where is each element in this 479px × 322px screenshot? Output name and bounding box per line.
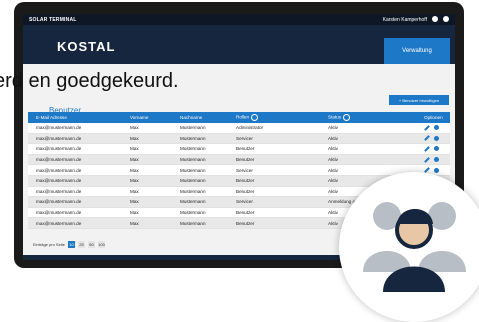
- pencil-icon[interactable]: [424, 156, 430, 163]
- app-title: SOLAR TERMINAL: [29, 16, 77, 23]
- email-cell: max@mustermann.de: [36, 178, 82, 184]
- email-cell: max@mustermann.de: [36, 146, 82, 152]
- pencil-icon[interactable]: [424, 124, 430, 131]
- settings-icon[interactable]: [443, 16, 449, 22]
- firstname-cell: Max: [130, 157, 139, 163]
- options-cell: [424, 146, 450, 152]
- info-icon[interactable]: [343, 114, 351, 121]
- table-row: max@mustermann.de Max Mustermann Benutzer Ak…: [28, 144, 450, 155]
- role-cell: Servicer: [236, 199, 253, 205]
- table-row: max@mustermann.de Max Mustermann Servicer Ak…: [28, 165, 450, 176]
- lastname-cell: Mustermann: [180, 188, 206, 194]
- table-row: max@mustermann.de Max Mustermann Administra…: [28, 123, 450, 134]
- options-cell: [424, 124, 450, 131]
- gear-icon[interactable]: [434, 146, 439, 152]
- user-group-badge: [339, 172, 479, 322]
- firstname-cell: Max: [130, 135, 139, 141]
- lastname-cell: Mustermann: [180, 178, 206, 184]
- lastname-cell: Mustermann: [180, 157, 206, 163]
- lastname-cell: Mustermann: [180, 146, 206, 152]
- page-size-50[interactable]: 50: [88, 241, 96, 248]
- column-header-email[interactable]: E-Mail Adresse: [28, 115, 130, 120]
- status-cell: Aktiv: [328, 157, 338, 163]
- column-header-lastname[interactable]: Nachname: [180, 115, 236, 120]
- email-cell: max@mustermann.de: [36, 167, 82, 173]
- user-group-icon: [363, 202, 466, 292]
- firstname-cell: Max: [130, 188, 139, 194]
- firstname-cell: Max: [130, 146, 139, 152]
- gear-icon[interactable]: [434, 125, 439, 131]
- info-icon[interactable]: [251, 114, 259, 121]
- column-header-options: Optionen: [424, 115, 443, 120]
- logo: KOSTAL: [57, 39, 116, 54]
- pencil-icon[interactable]: [424, 146, 430, 152]
- user-icon[interactable]: [432, 16, 438, 22]
- pencil-icon[interactable]: [424, 135, 430, 142]
- status-cell: Aktiv: [328, 135, 338, 141]
- top-bar: SOLAR TERMINAL Karsten Kamperhoff: [23, 14, 455, 25]
- email-cell: max@mustermann.de: [36, 199, 82, 205]
- overlay-caption: erd en goedgekeurd.: [0, 70, 179, 92]
- role-cell: Benutzer: [236, 188, 255, 194]
- role-cell: Benutzer: [236, 146, 255, 152]
- column-header-roles[interactable]: Rollen: [236, 114, 328, 121]
- page-size-100[interactable]: 100: [98, 241, 106, 248]
- email-cell: max@mustermann.de: [36, 188, 82, 194]
- firstname-cell: Max: [130, 167, 139, 173]
- firstname-cell: Max: [130, 220, 139, 226]
- lastname-cell: Mustermann: [180, 135, 206, 141]
- firstname-cell: Max: [130, 178, 139, 184]
- page-size-25[interactable]: 25: [78, 241, 86, 248]
- lastname-cell: Mustermann: [180, 199, 206, 205]
- status-cell: Aktiv: [328, 125, 338, 131]
- lastname-cell: Mustermann: [180, 167, 206, 173]
- page-size-10[interactable]: 10: [68, 241, 76, 248]
- table-row: max@mustermann.de Max Mustermann Servicer Ak…: [28, 133, 450, 145]
- firstname-cell: Max: [130, 199, 139, 205]
- email-cell: max@mustermann.de: [36, 157, 82, 163]
- role-cell: Servicer: [236, 135, 253, 141]
- email-cell: max@mustermann.de: [36, 210, 82, 216]
- role-cell: Administrator: [236, 125, 264, 131]
- options-cell: [424, 135, 450, 142]
- firstname-cell: Max: [130, 210, 139, 216]
- role-cell: Benutzer: [236, 220, 255, 226]
- options-cell: [424, 167, 450, 174]
- gear-icon[interactable]: [434, 157, 439, 163]
- pagination: Einträge pro Seite 10 25 50 100: [33, 241, 106, 248]
- role-cell: Benutzer: [236, 157, 255, 163]
- table-row: max@mustermann.de Max Mustermann Benutzer Ak…: [28, 154, 450, 166]
- lastname-cell: Mustermann: [180, 210, 206, 216]
- gear-icon[interactable]: [434, 135, 439, 141]
- lastname-cell: Mustermann: [180, 220, 206, 226]
- status-cell: Aktiv: [328, 146, 338, 152]
- email-cell: max@mustermann.de: [36, 125, 82, 131]
- email-cell: max@mustermann.de: [36, 135, 82, 141]
- table-header: E-Mail Adresse Vorname Nachname Rollen S…: [28, 112, 450, 123]
- gear-icon[interactable]: [434, 167, 439, 173]
- lastname-cell: Mustermann: [180, 125, 206, 131]
- role-cell: Benutzer: [236, 210, 255, 216]
- email-cell: max@mustermann.de: [36, 220, 82, 226]
- user-name[interactable]: Karsten Kamperhoff: [383, 17, 427, 23]
- pagination-label: Einträge pro Seite: [33, 242, 66, 247]
- role-cell: Servicer: [236, 167, 253, 173]
- firstname-cell: Max: [130, 125, 139, 131]
- nav-button-verwaltung[interactable]: Verwaltung: [384, 38, 450, 64]
- options-cell: [424, 156, 450, 163]
- header: KOSTAL Verwaltung: [23, 25, 455, 64]
- column-header-firstname[interactable]: Vorname: [130, 115, 180, 120]
- add-user-button[interactable]: + Benutzer hinzufügen: [389, 95, 449, 105]
- column-header-status[interactable]: Status: [328, 114, 424, 121]
- role-cell: Benutzer: [236, 178, 255, 184]
